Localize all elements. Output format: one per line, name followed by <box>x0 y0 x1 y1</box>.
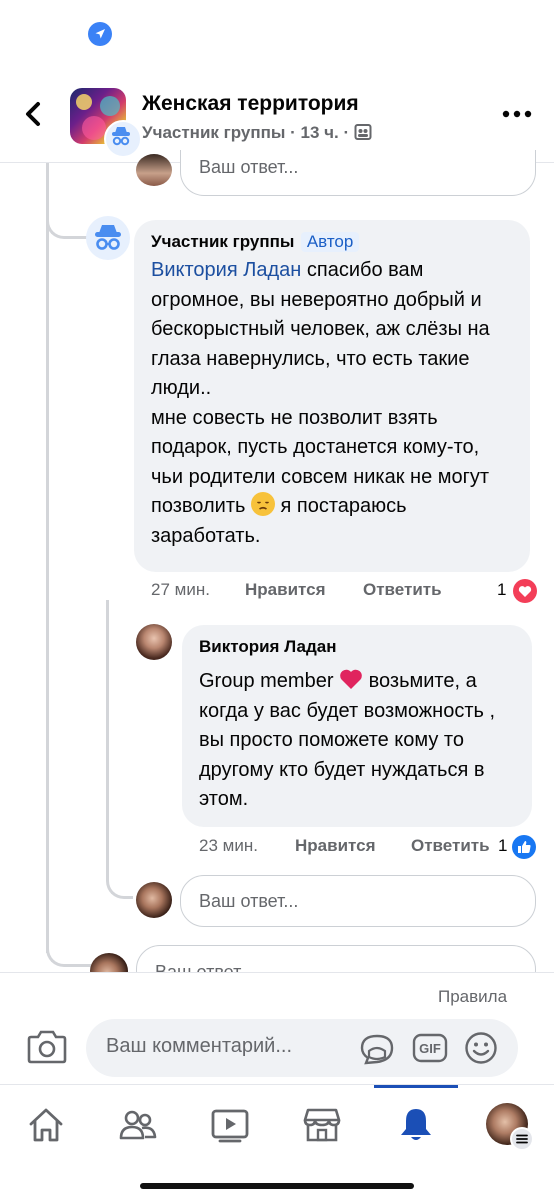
comment-author[interactable]: Участник группы <box>151 232 294 251</box>
groups-tab-icon[interactable] <box>118 1105 158 1145</box>
like-reaction-icon[interactable] <box>511 834 537 860</box>
comment-text-part: Group member <box>199 670 340 692</box>
group-privacy-icon <box>354 123 372 146</box>
home-indicator <box>140 1183 414 1189</box>
active-tab-indicator <box>374 1085 458 1088</box>
watch-tab-icon[interactable] <box>210 1105 250 1145</box>
comment-time: 27 мин. <box>151 580 210 599</box>
camera-icon[interactable] <box>26 1027 68 1067</box>
reply-input[interactable]: Ваш ответ... <box>180 150 536 196</box>
reply-placeholder: Ваш ответ... <box>199 890 299 911</box>
reply-thread-line <box>106 600 109 880</box>
comment-bubble: Участник группы Автор Виктория Ладан спа… <box>134 220 530 572</box>
thread-line <box>46 163 49 953</box>
commenter-avatar[interactable] <box>136 624 172 660</box>
anonymous-member-icon <box>104 120 142 158</box>
post-subtitle: Участник группы · 13 ч. · <box>142 123 372 146</box>
reply-button[interactable]: Ответить <box>411 836 490 856</box>
svg-text:GIF: GIF <box>419 1041 441 1056</box>
avatar-sticker-icon[interactable] <box>358 1032 396 1066</box>
heart-reaction-icon[interactable] <box>512 578 538 604</box>
comment-text: Виктория Ладан спасибо вам огромное, вы … <box>151 256 514 551</box>
user-avatar[interactable] <box>136 882 172 918</box>
separator-dot: · <box>343 123 350 142</box>
group-title[interactable]: Женская территория <box>142 92 359 116</box>
marketplace-tab-icon[interactable] <box>302 1105 342 1145</box>
gif-icon[interactable]: GIF <box>412 1032 448 1064</box>
reaction-count[interactable]: 1 <box>497 580 506 600</box>
comment-bubble: Виктория Ладан Group member возьмите, а … <box>182 625 532 827</box>
emoji-icon[interactable] <box>464 1031 498 1065</box>
thread-connector <box>46 928 91 967</box>
like-button[interactable]: Нравится <box>245 580 326 600</box>
anonymous-avatar <box>86 216 130 260</box>
author-badge: Автор <box>300 232 360 252</box>
comment-meta: 23 мин. Нравится Ответить 1 <box>199 834 544 860</box>
location-arrow-icon <box>88 22 112 46</box>
notifications-tab-icon[interactable] <box>396 1105 436 1145</box>
home-tab-icon[interactable] <box>26 1105 66 1145</box>
comment-time: 23 мин. <box>199 836 258 855</box>
separator-dot: · <box>290 123 296 142</box>
comment-composer: Правила Ваш комментарий... GIF <box>0 972 554 1085</box>
comment-placeholder: Ваш комментарий... <box>106 1035 293 1057</box>
comment-input[interactable]: Ваш комментарий... GIF <box>86 1019 518 1077</box>
thread-connector <box>106 866 133 899</box>
reaction-count[interactable]: 1 <box>498 836 507 856</box>
rules-link[interactable]: Правила <box>438 987 507 1007</box>
comment-header: Участник группы Автор <box>151 232 514 252</box>
more-options-button[interactable] <box>500 104 534 124</box>
user-avatar[interactable] <box>136 154 172 186</box>
author-role: Участник группы <box>142 123 286 142</box>
menu-icon[interactable] <box>510 1127 534 1151</box>
disappointed-emoji-icon <box>250 492 275 516</box>
reply-placeholder: Ваш ответ... <box>199 157 299 177</box>
like-button[interactable]: Нравится <box>295 836 376 856</box>
reply-input[interactable]: Ваш ответ... <box>180 875 536 927</box>
mention-link[interactable]: Виктория Ладан <box>151 259 301 281</box>
thread-connector <box>46 200 91 239</box>
bottom-tab-bar <box>0 1084 554 1201</box>
back-button[interactable] <box>20 96 50 132</box>
comment-text: Group member возьмите, а когда у вас буд… <box>199 667 516 815</box>
comment-meta: 27 мин. Нравится Ответить 1 <box>151 578 541 604</box>
post-time: 13 ч. <box>300 123 339 142</box>
reply-button[interactable]: Ответить <box>363 580 442 600</box>
comment-author[interactable]: Виктория Ладан <box>199 637 516 657</box>
red-heart-icon <box>339 668 363 690</box>
